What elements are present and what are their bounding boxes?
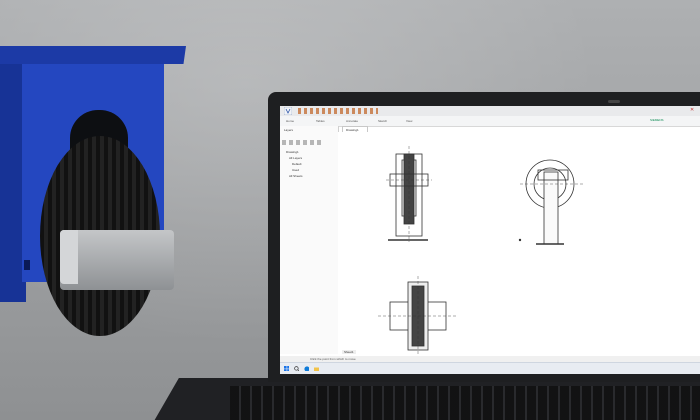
tab-sketch[interactable]: Sketch xyxy=(378,119,387,123)
panel-title: Layers xyxy=(284,128,294,132)
layers-panel: Layers Drawing1 All Layers Default Used … xyxy=(280,126,339,354)
windows-taskbar xyxy=(280,362,700,374)
brand-label: SIEMENS xyxy=(650,118,664,122)
drawing-views xyxy=(378,146,584,354)
folder-icon[interactable] xyxy=(314,366,319,371)
drawing-canvas[interactable] xyxy=(338,132,700,354)
caster-wheel-product xyxy=(0,40,190,336)
side-view xyxy=(520,159,584,245)
panel-toolbar[interactable] xyxy=(282,140,322,145)
photo-scene: ✕ Home Tables Annotate Sketch View SIEME… xyxy=(0,0,700,420)
bolt xyxy=(24,260,30,270)
mounting-plate xyxy=(0,46,187,64)
tab-home[interactable]: Home xyxy=(286,119,294,123)
clamp-bend xyxy=(60,230,78,284)
webcam xyxy=(608,100,620,103)
title-bar: ✕ xyxy=(280,106,700,116)
app-menu-icon[interactable] xyxy=(284,107,292,115)
tree-item[interactable]: Default xyxy=(292,162,302,166)
laptop-display: ✕ Home Tables Annotate Sketch View SIEME… xyxy=(280,106,700,374)
quick-access-toolbar[interactable] xyxy=(298,108,378,114)
cursor-point xyxy=(518,238,522,242)
tab-view[interactable]: View xyxy=(406,119,412,123)
tree-item[interactable]: Used xyxy=(292,168,299,172)
close-icon[interactable]: ✕ xyxy=(690,107,694,113)
sheet-tab[interactable]: Sheet1 xyxy=(342,350,356,354)
tree-item[interactable]: All Layers xyxy=(289,156,302,160)
laptop-keyboard xyxy=(230,386,700,420)
tab-annotate[interactable]: Annotate xyxy=(346,119,358,123)
windows-start-icon[interactable] xyxy=(284,366,289,371)
tree-item[interactable]: All Sheets xyxy=(289,174,303,178)
tab-tables[interactable]: Tables xyxy=(316,119,325,123)
tree-item[interactable]: Drawing1 xyxy=(286,150,299,154)
front-view xyxy=(386,146,432,242)
status-prompt: Click the point from which to move xyxy=(310,357,356,361)
top-view xyxy=(378,276,456,354)
search-icon[interactable] xyxy=(294,366,299,371)
browser-icon[interactable] xyxy=(304,366,309,371)
